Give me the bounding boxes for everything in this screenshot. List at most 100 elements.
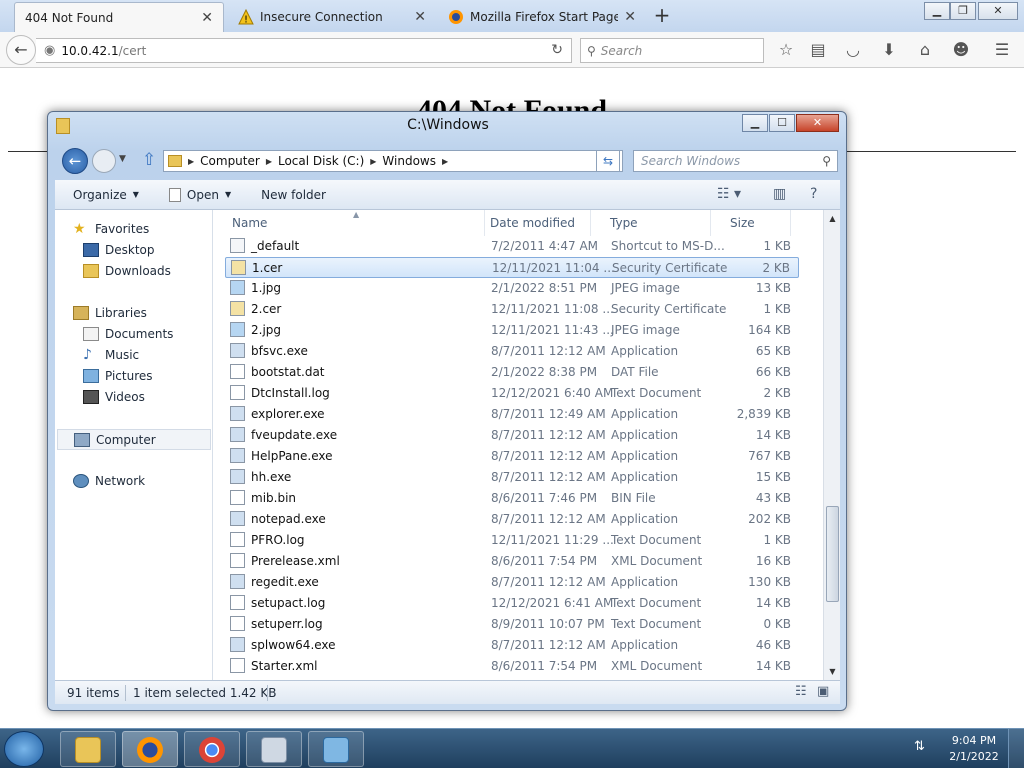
table-row[interactable]: _default 7/2/2011 4:47 AM Shortcut to MS-D… bbox=[225, 236, 799, 257]
new-folder-button[interactable]: New folder bbox=[261, 188, 326, 202]
history-dropdown-icon[interactable]: ▼ bbox=[119, 154, 126, 164]
reload-icon[interactable]: ↻ bbox=[551, 42, 563, 58]
table-row[interactable]: splwow64.exe 8/7/2011 12:12 AM Application… bbox=[225, 635, 799, 656]
scrollbar-thumb[interactable] bbox=[826, 506, 839, 602]
open-button[interactable]: Open ▼ bbox=[168, 187, 231, 202]
table-row[interactable]: setuperr.log 8/9/2011 10:07 PM Text Docume… bbox=[225, 614, 799, 635]
new-tab-button[interactable]: + bbox=[650, 4, 674, 28]
table-row[interactable]: 2.jpg 12/11/2021 11:43 ... JPEG image 164 K… bbox=[225, 320, 799, 341]
nav-desktop[interactable]: Desktop bbox=[83, 243, 155, 257]
table-row[interactable]: mib.bin 8/6/2011 7:46 PM BIN File 43 KB bbox=[225, 488, 799, 509]
vertical-scrollbar[interactable]: ▲ ▼ bbox=[823, 210, 840, 680]
download-icon[interactable]: ⬇ bbox=[879, 41, 899, 61]
preview-pane-icon[interactable]: ▥ bbox=[773, 186, 786, 202]
show-desktop-button[interactable] bbox=[1008, 729, 1024, 768]
nav-downloads[interactable]: Downloads bbox=[83, 264, 171, 278]
large-icons-view-icon[interactable]: ▣ bbox=[817, 684, 829, 699]
taskbar-explorer[interactable] bbox=[60, 731, 116, 767]
table-row[interactable]: notepad.exe 8/7/2011 12:12 AM Application 2… bbox=[225, 509, 799, 530]
table-row[interactable]: fveupdate.exe 8/7/2011 12:12 AM Applicatio… bbox=[225, 425, 799, 446]
file-date: 8/7/2011 12:12 AM bbox=[491, 512, 606, 526]
taskbar-media[interactable] bbox=[246, 731, 302, 767]
file-name: HelpPane.exe bbox=[251, 449, 333, 463]
breadcrumb-windows[interactable]: Windows bbox=[382, 154, 436, 168]
close-button[interactable]: ✕ bbox=[796, 114, 839, 132]
nav-libraries[interactable]: Libraries bbox=[73, 306, 147, 320]
table-row[interactable]: PFRO.log 12/11/2021 11:29 ... Text Documen… bbox=[225, 530, 799, 551]
search-input[interactable]: ⚲ Search bbox=[580, 38, 764, 63]
nav-music[interactable]: ♪ Music bbox=[83, 348, 139, 362]
table-row[interactable]: Starter.xml 8/6/2011 7:54 PM XML Document 1… bbox=[225, 656, 799, 677]
back-arrow-icon[interactable]: ← bbox=[62, 148, 88, 174]
maximize-button[interactable]: ☐ bbox=[769, 114, 795, 132]
close-icon[interactable]: ✕ bbox=[624, 9, 636, 25]
file-date: 2/1/2022 8:38 PM bbox=[491, 365, 598, 379]
chevron-right-icon[interactable]: ▶ bbox=[370, 157, 376, 166]
table-row[interactable]: 2.cer 12/11/2021 11:08 ... Security Certif… bbox=[225, 299, 799, 320]
tab-firefox-start-page[interactable]: Mozilla Firefox Start Page ✕ bbox=[438, 2, 646, 32]
breadcrumb-local-disk[interactable]: Local Disk (C:) bbox=[278, 154, 364, 168]
forward-arrow-icon[interactable] bbox=[92, 149, 116, 173]
file-date: 12/11/2021 11:08 ... bbox=[491, 302, 614, 316]
nav-pictures[interactable]: Pictures bbox=[83, 369, 153, 383]
nav-documents[interactable]: Documents bbox=[83, 327, 173, 341]
menu-icon[interactable]: ☰ bbox=[992, 41, 1012, 61]
nav-favorites[interactable]: ★ Favorites bbox=[73, 222, 149, 236]
minimize-button[interactable]: ▁ bbox=[924, 2, 950, 20]
table-row[interactable]: setupact.log 12/12/2021 6:41 AM Text Docum… bbox=[225, 593, 799, 614]
table-row[interactable]: explorer.exe 8/7/2011 12:49 AM Application… bbox=[225, 404, 799, 425]
close-icon[interactable]: ✕ bbox=[201, 10, 213, 26]
search-input[interactable]: Search Windows ⚲ bbox=[633, 150, 838, 172]
view-options-icon[interactable]: ☷ ▾ bbox=[717, 186, 741, 202]
scroll-down-icon[interactable]: ▼ bbox=[824, 663, 841, 680]
table-row[interactable]: DtcInstall.log 12/12/2021 6:40 AM Text Doc… bbox=[225, 383, 799, 404]
chevron-right-icon[interactable]: ▶ bbox=[188, 157, 194, 166]
tab-404-not-found[interactable]: 404 Not Found ✕ bbox=[14, 2, 224, 32]
back-button[interactable]: ← bbox=[6, 35, 36, 65]
restore-button[interactable]: ❐ bbox=[950, 2, 976, 20]
taskbar-chrome[interactable] bbox=[184, 731, 240, 767]
details-view-icon[interactable]: ☷ bbox=[795, 684, 807, 699]
tab-label: Mozilla Firefox Start Page bbox=[470, 10, 619, 24]
table-row[interactable]: hh.exe 8/7/2011 12:12 AM Application 15 KB bbox=[225, 467, 799, 488]
chevron-right-icon[interactable]: ▶ bbox=[442, 157, 448, 166]
nav-videos[interactable]: Videos bbox=[83, 390, 145, 404]
taskbar-firefox[interactable] bbox=[122, 731, 178, 767]
table-row[interactable]: 1.jpg 2/1/2022 8:51 PM JPEG image 13 KB bbox=[225, 278, 799, 299]
taskbar-control-panel[interactable] bbox=[308, 731, 364, 767]
table-row[interactable]: bootstat.dat 2/1/2022 8:38 PM DAT File 66 K… bbox=[225, 362, 799, 383]
hello-icon[interactable]: ☻ bbox=[951, 41, 971, 61]
pocket-icon[interactable]: ◡ bbox=[843, 41, 863, 61]
column-header-type[interactable]: Type bbox=[591, 210, 711, 236]
table-row[interactable]: regedit.exe 8/7/2011 12:12 AM Application 1… bbox=[225, 572, 799, 593]
close-window-button[interactable]: ✕ bbox=[978, 2, 1018, 20]
network-tray-icon[interactable]: ⇅ bbox=[914, 739, 930, 755]
column-header-size[interactable]: Size bbox=[711, 210, 791, 236]
column-header-date[interactable]: Date modified bbox=[471, 210, 591, 236]
nav-network[interactable]: Network bbox=[73, 474, 145, 488]
up-arrow-icon[interactable]: ⇧ bbox=[142, 150, 156, 170]
table-row[interactable]: Prerelease.xml 8/6/2011 7:54 PM XML Docume… bbox=[225, 551, 799, 572]
bookmark-star-icon[interactable]: ☆ bbox=[776, 41, 796, 61]
breadcrumb-computer[interactable]: Computer bbox=[200, 154, 260, 168]
reading-list-icon[interactable]: ▤ bbox=[808, 41, 828, 61]
table-row[interactable]: 1.cer 12/11/2021 11:04 ... Security Certif… bbox=[225, 257, 799, 278]
address-bar[interactable]: ▶ Computer ▶ Local Disk (C:) ▶ Windows ▶… bbox=[163, 150, 623, 172]
help-icon[interactable]: ? bbox=[810, 186, 817, 202]
column-header-name[interactable]: Name ▲ bbox=[213, 210, 485, 236]
home-icon[interactable]: ⌂ bbox=[915, 41, 935, 61]
scroll-up-icon[interactable]: ▲ bbox=[824, 210, 841, 227]
organize-button[interactable]: Organize ▼ bbox=[73, 188, 139, 202]
start-button[interactable] bbox=[4, 731, 44, 767]
table-row[interactable]: bfsvc.exe 8/7/2011 12:12 AM Application 65 … bbox=[225, 341, 799, 362]
clock[interactable]: 9:04 PM 2/1/2022 bbox=[946, 733, 1002, 765]
tab-insecure-connection[interactable]: ! Insecure Connection ✕ bbox=[228, 2, 436, 32]
music-icon: ♪ bbox=[83, 347, 92, 363]
nav-computer[interactable]: Computer bbox=[57, 429, 211, 450]
url-bar[interactable]: ◉ 10.0.42.1/cert ↻ bbox=[36, 38, 572, 63]
table-row[interactable]: HelpPane.exe 8/7/2011 12:12 AM Application… bbox=[225, 446, 799, 467]
close-icon[interactable]: ✕ bbox=[414, 9, 426, 25]
chevron-right-icon[interactable]: ▶ bbox=[266, 157, 272, 166]
refresh-button[interactable]: ⇆ bbox=[596, 150, 620, 172]
minimize-button[interactable]: ▁ bbox=[742, 114, 768, 132]
